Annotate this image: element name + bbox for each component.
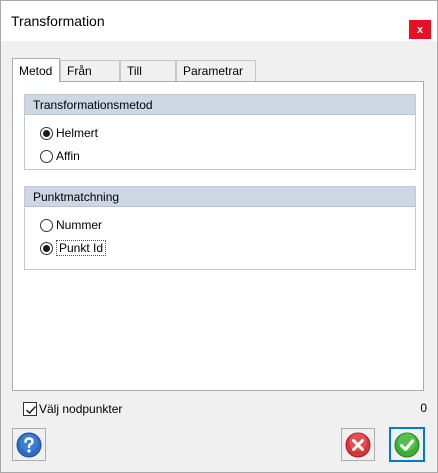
close-icon: x bbox=[416, 23, 424, 36]
tab-fran[interactable]: Från bbox=[60, 60, 120, 81]
radio-affin[interactable]: Affin bbox=[40, 147, 80, 165]
cancel-icon bbox=[345, 432, 371, 457]
radio-label: Helmert bbox=[56, 126, 99, 140]
transformation-dialog: Transformation x Metod Från Till Paramet… bbox=[0, 0, 438, 473]
cancel-button[interactable] bbox=[341, 428, 375, 461]
radio-button[interactable] bbox=[40, 241, 53, 255]
checkmark-icon bbox=[25, 405, 37, 415]
radio-helmert[interactable]: Helmert bbox=[40, 124, 98, 142]
checkbox-label: Välj nodpunkter bbox=[39, 402, 123, 416]
close-button[interactable]: x bbox=[409, 20, 431, 39]
tab-label: Till bbox=[127, 64, 142, 78]
tab-label: Metod bbox=[19, 63, 53, 78]
radio-button[interactable] bbox=[40, 126, 53, 140]
group-header: Transformationsmetod bbox=[25, 95, 415, 115]
radio-button[interactable] bbox=[40, 149, 53, 163]
radio-punkt-id[interactable]: Punkt Id bbox=[40, 239, 107, 257]
tab-metod[interactable]: Metod bbox=[12, 58, 60, 82]
radio-label: Nummer bbox=[56, 218, 103, 232]
radio-nummer[interactable]: Nummer bbox=[40, 216, 102, 234]
radio-button[interactable] bbox=[40, 218, 53, 232]
ok-icon bbox=[394, 432, 420, 457]
help-button[interactable] bbox=[12, 428, 46, 461]
ok-button[interactable] bbox=[389, 427, 425, 462]
radio-label: Punkt Id bbox=[56, 240, 107, 256]
tab-label: Parametrar bbox=[183, 64, 244, 78]
tab-label: Från bbox=[67, 64, 92, 78]
checkbox[interactable] bbox=[23, 402, 37, 416]
select-node-points-checkbox[interactable]: Välj nodpunkter bbox=[23, 401, 122, 417]
help-icon bbox=[16, 432, 42, 457]
group-header: Punktmatchning bbox=[25, 187, 415, 207]
tab-panel-metod: Transformationsmetod Helmert Affin Punkt… bbox=[12, 81, 424, 391]
tab-till[interactable]: Till bbox=[120, 60, 176, 81]
radio-label: Affin bbox=[56, 149, 80, 163]
title-bar[interactable]: Transformation x bbox=[1, 1, 437, 41]
tab-parametrar[interactable]: Parametrar bbox=[176, 60, 256, 81]
node-point-count: 0 bbox=[420, 401, 427, 415]
window-title: Transformation bbox=[11, 13, 105, 29]
